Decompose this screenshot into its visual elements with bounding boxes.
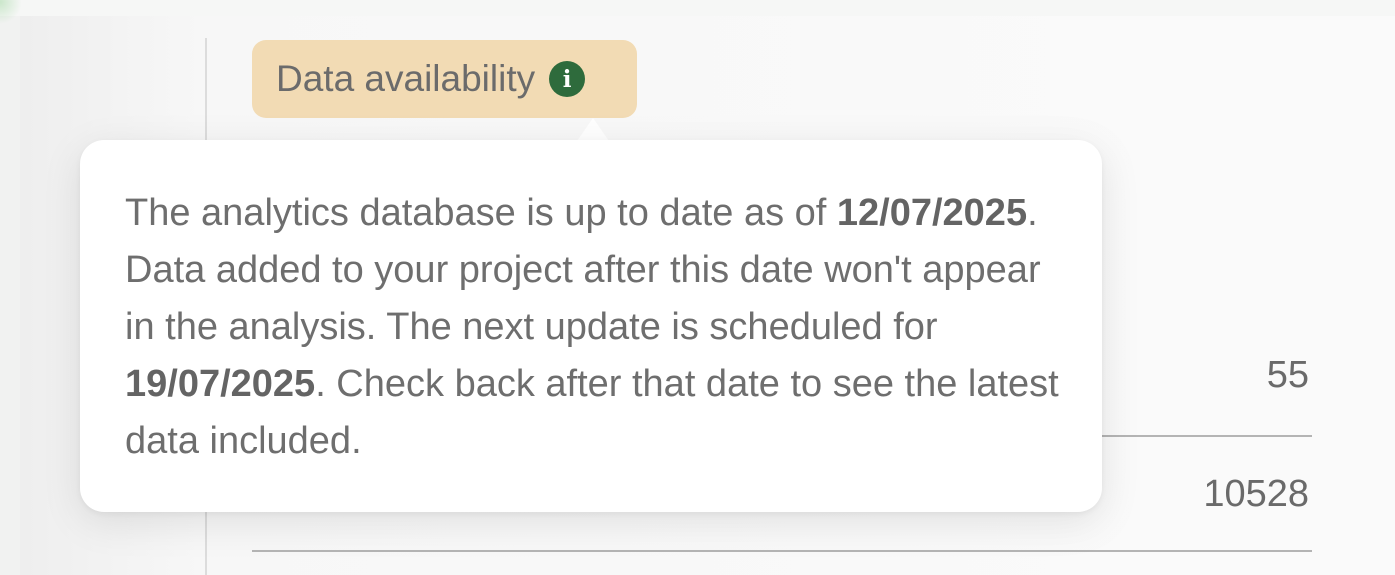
tooltip-text: The analytics database is up to date as … [125, 185, 1062, 470]
corner-glow [0, 0, 22, 24]
current-data-date: 12/07/2025 [836, 192, 1028, 234]
row-divider [252, 550, 1312, 552]
stat-value: 10528 [1203, 473, 1309, 515]
data-availability-label: Data availability [276, 58, 536, 99]
tooltip-text-part-1: The analytics database is up to date as … [125, 192, 837, 234]
stat-value: 55 [1266, 354, 1309, 396]
next-update-date: 19/07/2025 [125, 363, 316, 405]
data-availability-badge[interactable]: Data availability i [252, 40, 637, 118]
tooltip-arrow [577, 118, 609, 141]
info-icon[interactable]: i [549, 61, 586, 97]
data-availability-tooltip: The analytics database is up to date as … [80, 140, 1102, 512]
top-edge [0, 0, 1395, 16]
